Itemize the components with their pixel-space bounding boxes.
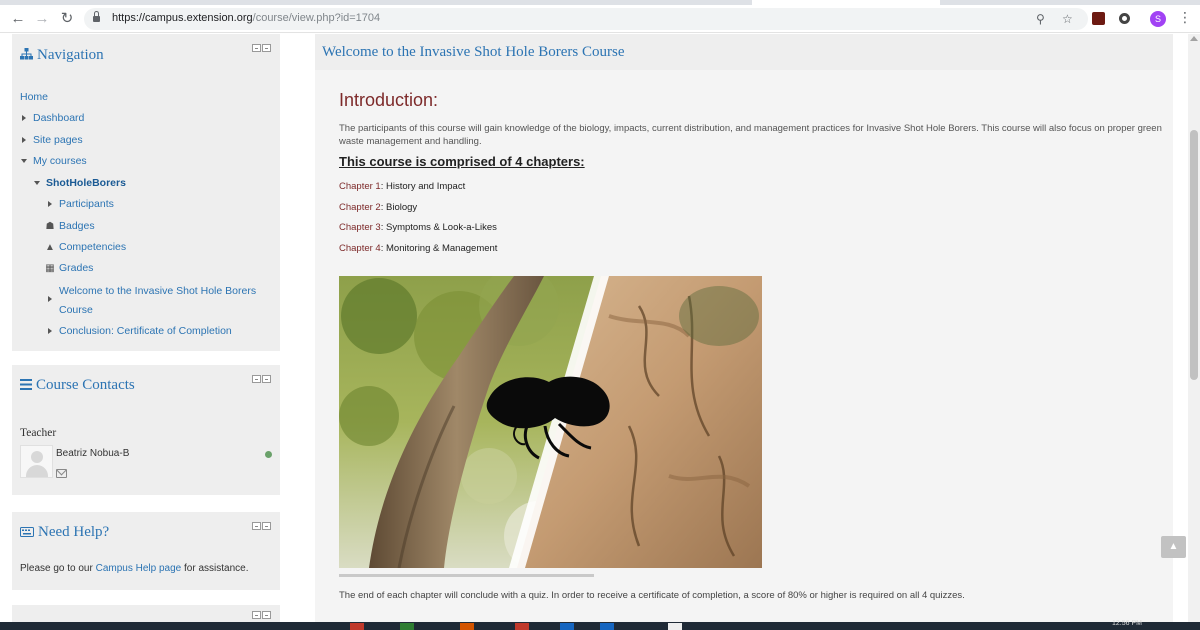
lock-icon <box>93 11 100 23</box>
caret-right-icon <box>48 296 52 302</box>
pdf-extension-icon[interactable] <box>1092 12 1105 25</box>
online-status-icon <box>265 451 272 458</box>
star-icon[interactable]: ☆ <box>1062 11 1073 27</box>
nav-item-participants[interactable]: Participants <box>48 198 114 210</box>
scroll-up-arrow-icon[interactable] <box>1190 36 1198 41</box>
caret-down-icon <box>34 181 40 185</box>
taskbar-app-icon[interactable] <box>668 623 682 630</box>
caret-down-icon <box>21 159 27 163</box>
navigation-block: Navigation Home Dashboard Site pages My … <box>12 34 280 351</box>
page: Navigation Home Dashboard Site pages My … <box>0 34 1200 622</box>
list-icon <box>20 378 32 395</box>
table-icon: ▦ <box>45 263 55 274</box>
taskbar-app-icon[interactable] <box>460 623 474 630</box>
block-controls <box>252 44 271 52</box>
intro-paragraph: The participants of this course will gai… <box>339 123 1162 147</box>
chapter-item: Chapter 2: Biology <box>339 202 418 213</box>
zoom-icon[interactable]: ⚲ <box>1036 11 1045 27</box>
forward-arrow-icon[interactable]: → <box>33 10 51 28</box>
hide-block-icon[interactable] <box>262 522 271 530</box>
taskbar-app-icon[interactable] <box>350 623 364 630</box>
block-controls <box>252 522 271 530</box>
nav-item-welcome-cont[interactable]: Course <box>59 304 93 316</box>
navigation-title: Navigation <box>20 47 104 65</box>
main-content: Welcome to the Invasive Shot Hole Borers… <box>315 34 1173 622</box>
menu-dots-icon[interactable]: ⋮ <box>1178 9 1192 26</box>
caret-right-icon <box>48 328 52 334</box>
sitemap-icon <box>20 48 33 65</box>
chapter-item: Chapter 3: Symptoms & Look-a-Likes <box>339 222 497 233</box>
circle-extension-icon[interactable] <box>1119 13 1130 24</box>
competency-icon: ▲ <box>45 242 55 253</box>
dock-block-icon[interactable] <box>252 375 261 383</box>
caret-right-icon <box>48 201 52 207</box>
nav-item-my-courses[interactable]: My courses <box>21 155 87 167</box>
url-text[interactable]: https://campus.extension.org/course/view… <box>112 12 380 24</box>
help-text: Please go to our Campus Help page for as… <box>20 563 249 574</box>
nav-item-dashboard[interactable]: Dashboard <box>22 112 84 124</box>
dock-block-icon[interactable] <box>252 522 261 530</box>
caret-right-icon <box>22 115 26 121</box>
scrollbar-thumb[interactable] <box>1190 130 1198 380</box>
nav-item-welcome[interactable]: Welcome to the Invasive Shot Hole Borers <box>48 285 256 302</box>
avatar[interactable] <box>20 445 53 478</box>
chapters-heading: This course is comprised of 4 chapters: <box>339 154 585 169</box>
keyboard-icon <box>20 525 34 542</box>
message-icon[interactable] <box>56 469 67 478</box>
taskbar-app-icon[interactable] <box>515 623 529 630</box>
nav-item-grades[interactable]: ▦ Grades <box>45 262 93 274</box>
nav-item-course[interactable]: ShotHoleBorers <box>34 177 126 189</box>
nav-item-home[interactable]: Home <box>20 91 48 103</box>
scroll-to-top-button[interactable]: ▲ <box>1161 536 1186 558</box>
campus-help-link[interactable]: Campus Help page <box>96 563 182 574</box>
address-bar[interactable]: https://campus.extension.org/course/view… <box>84 8 1088 30</box>
course-contacts-title: Course Contacts <box>20 377 135 395</box>
course-title: Welcome to the Invasive Shot Hole Borers… <box>322 44 625 60</box>
teacher-name-link[interactable]: Beatriz Nobua-B <box>56 448 129 459</box>
nav-item-badges[interactable]: ☗ Badges <box>45 220 95 232</box>
quiz-info-paragraph: The end of each chapter will conclude wi… <box>339 590 965 601</box>
trophy-icon: ☗ <box>45 221 55 232</box>
block-controls <box>252 611 271 619</box>
course-summary: Introduction: The participants of this c… <box>315 70 1173 622</box>
hide-block-icon[interactable] <box>262 375 271 383</box>
course-contacts-block: Course Contacts Teacher Beatriz Nobua-B <box>12 365 280 495</box>
dock-block-icon[interactable] <box>252 44 261 52</box>
partial-block <box>12 605 280 622</box>
block-controls <box>252 375 271 383</box>
nav-item-competencies[interactable]: ▲ Competencies <box>45 241 126 253</box>
os-taskbar: 12:56 PM <box>0 620 1200 630</box>
profile-avatar[interactable]: S <box>1150 11 1166 27</box>
taskbar-clock: 12:56 PM <box>1112 620 1142 627</box>
nav-item-site-pages[interactable]: Site pages <box>22 134 83 146</box>
need-help-block: Need Help? Please go to our Campus Help … <box>12 512 280 590</box>
hide-block-icon[interactable] <box>262 44 271 52</box>
page-scrollbar[interactable] <box>1188 34 1200 622</box>
back-arrow-icon[interactable]: ← <box>9 10 27 28</box>
hide-block-icon[interactable] <box>262 611 271 619</box>
intro-heading: Introduction: <box>339 90 439 110</box>
caret-right-icon <box>22 137 26 143</box>
dock-block-icon[interactable] <box>252 611 261 619</box>
teacher-label: Teacher <box>20 427 57 439</box>
nav-item-conclusion[interactable]: Conclusion: Certificate of Completion <box>48 325 232 337</box>
course-hero-image <box>339 276 762 568</box>
chapter-item: Chapter 4: Monitoring & Management <box>339 243 498 254</box>
taskbar-app-icon[interactable] <box>600 623 614 630</box>
divider <box>339 574 594 577</box>
taskbar-app-icon[interactable] <box>400 623 414 630</box>
browser-toolbar: ← → ↻ https://campus.extension.org/cours… <box>0 5 1200 33</box>
chapter-item: Chapter 1: History and Impact <box>339 181 466 192</box>
taskbar-app-icon[interactable] <box>560 623 574 630</box>
reload-icon[interactable]: ↻ <box>58 10 76 28</box>
need-help-title: Need Help? <box>20 524 109 542</box>
